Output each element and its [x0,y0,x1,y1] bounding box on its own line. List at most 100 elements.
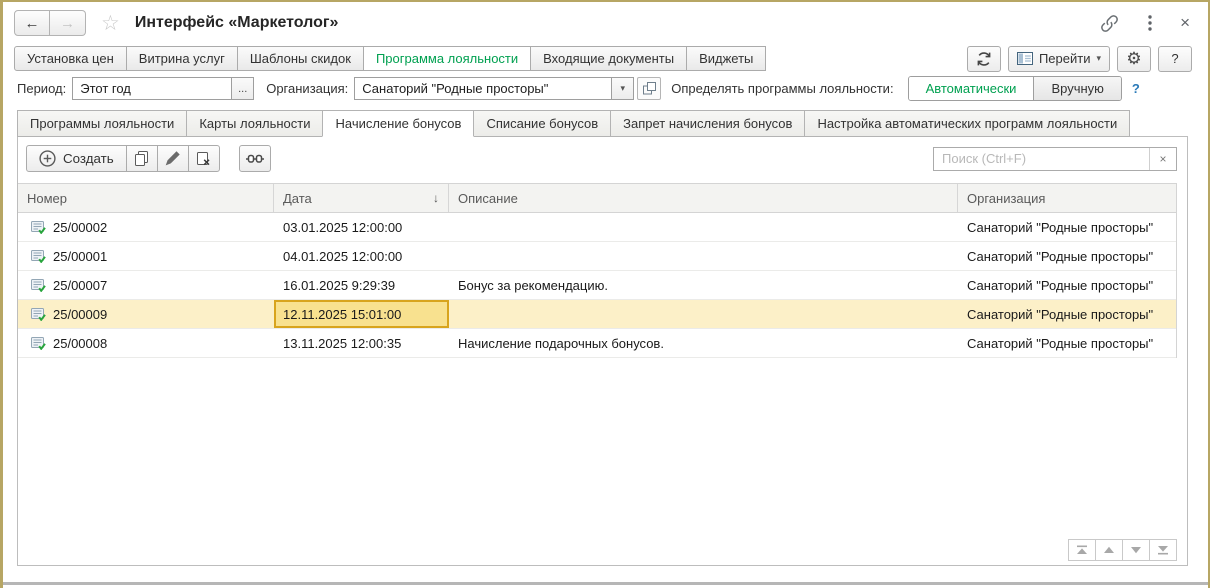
column-header-date[interactable]: Дата ↓ [274,184,449,212]
table-header: Номер Дата ↓ Описание Организация [18,183,1176,213]
period-input[interactable] [72,77,232,100]
loyalty-mode-label: Определять программы лояльности: [671,81,893,96]
go-last-button[interactable] [1149,539,1177,561]
history-forward-button[interactable]: → [50,10,86,36]
gear-icon: ⚙ [1126,50,1141,67]
cell-description [449,242,958,270]
column-label: Номер [27,191,67,206]
main-tab[interactable]: Шаблоны скидок [237,46,364,71]
cell-organization: Санаторий "Родные просторы" [958,242,1176,270]
chevron-down-icon: ▾ [1096,53,1101,64]
cell-description: Бонус за рекомендацию. [449,271,958,299]
documents-table: Номер Дата ↓ Описание Организация [18,183,1177,358]
go-up-button[interactable] [1095,539,1123,561]
main-tab[interactable]: Входящие документы [530,46,687,71]
sub-tab-label: Начисление бонусов [335,116,461,131]
help-button[interactable]: ? [1158,46,1192,72]
main-tab[interactable]: Установка цен [14,46,127,71]
table-row[interactable]: 25/00002 03.01.2025 12:00:00 Санаторий "… [18,213,1176,242]
main-tab-label: Витрина услуг [139,51,225,66]
main-tab[interactable]: Виджеты [686,46,766,71]
organization-dropdown-button[interactable]: ▾ [612,77,634,100]
table-row[interactable]: 25/00007 16.01.2025 9:29:39 Бонус за рек… [18,271,1176,300]
loyalty-mode-option[interactable]: Автоматически [909,77,1034,100]
column-header-number[interactable]: Номер [18,184,274,212]
glasses-interval-icon [246,154,264,164]
organization-label: Организация: [266,81,348,96]
table-row[interactable]: 25/00001 04.01.2025 12:00:00 Санаторий "… [18,242,1176,271]
loyalty-mode-option[interactable]: Вручную [1033,77,1120,100]
main-tab-label: Установка цен [27,51,114,66]
create-button[interactable]: Создать [26,145,127,172]
cell-date: 04.01.2025 12:00:00 [274,242,449,270]
cell-description [449,213,958,241]
delete-button[interactable] [188,145,220,172]
pencil-icon [165,151,180,166]
organization-input[interactable] [354,77,612,100]
plus-circle-icon [39,150,56,167]
goto-button[interactable]: Перейти ▾ [1008,46,1110,72]
document-posted-icon [31,221,46,234]
delete-document-icon [196,152,211,166]
search-clear-button[interactable]: × [1149,148,1176,170]
sub-tab[interactable]: Начисление бонусов [322,110,474,137]
column-header-organization[interactable]: Организация [958,184,1176,212]
sub-tab[interactable]: Карты лояльности [186,110,323,137]
period-more-button[interactable]: ... [232,77,254,100]
document-posted-icon [31,308,46,321]
column-header-description[interactable]: Описание [449,184,958,212]
settings-button[interactable]: ⚙ [1117,46,1151,72]
list-toolbar: Создать [18,137,1187,178]
loyalty-mode-toggle: Автоматически Вручную [908,76,1122,101]
history-back-button[interactable]: ← [14,10,50,36]
table-body: 25/00002 03.01.2025 12:00:00 Санаторий "… [18,213,1176,358]
sub-tab[interactable]: Программы лояльности [17,110,187,137]
more-menu-icon[interactable] [1148,15,1152,31]
bonus-list-panel: Создать [17,136,1188,566]
close-icon[interactable]: × [1180,13,1190,33]
document-date: 13.11.2025 12:00:35 [283,336,401,351]
go-down-button[interactable] [1122,539,1150,561]
report-panel-icon [1017,52,1033,65]
loyalty-mode-option-label: Автоматически [926,81,1017,96]
column-label: Организация [967,191,1045,206]
copy-button[interactable] [126,145,158,172]
help-label: ? [1171,51,1178,66]
sub-tab[interactable]: Списание бонусов [473,110,611,137]
copy-icon [134,151,149,166]
go-top-icon [1076,545,1088,555]
edit-button[interactable] [157,145,189,172]
refresh-button[interactable] [967,46,1001,72]
sub-tab-label: Запрет начисления бонусов [623,116,792,131]
main-tab[interactable]: Программа лояльности [363,46,531,71]
cell-date: 13.11.2025 12:00:35 [274,329,449,357]
chevron-down-icon: ▾ [620,83,625,94]
main-tabs-row: Установка цен Витрина услуг Шаблоны скид… [3,44,1208,73]
search-input[interactable] [934,148,1149,170]
document-number: 25/00008 [53,336,107,351]
cell-date: 03.01.2025 12:00:00 [274,213,449,241]
set-interval-button[interactable] [239,145,271,172]
sub-tab[interactable]: Запрет начисления бонусов [610,110,805,137]
link-icon[interactable] [1099,14,1120,33]
app-window: ← → ☆ Интерфейс «Маркетолог» × Установка… [0,0,1210,588]
favorite-star-icon[interactable]: ☆ [101,13,120,34]
go-first-button[interactable] [1068,539,1096,561]
cell-description: Начисление подарочных бонусов. [449,329,958,357]
document-posted-icon [31,250,46,263]
create-label: Создать [63,151,114,166]
document-posted-icon [31,337,46,350]
loyalty-mode-help-link[interactable]: ? [1132,81,1140,96]
page-title: Интерфейс «Маркетолог» [135,14,339,32]
cell-number: 25/00001 [18,242,274,270]
main-tab[interactable]: Витрина услуг [126,46,238,71]
period-label: Период: [17,81,66,96]
table-row[interactable]: 25/00008 13.11.2025 12:00:35 Начисление … [18,329,1176,358]
cell-number: 25/00009 [18,300,274,328]
organization-open-button[interactable] [637,77,661,100]
sub-tab[interactable]: Настройка автоматических программ лояльн… [804,110,1130,137]
main-tab-label: Шаблоны скидок [250,51,351,66]
titlebar-icons: × [1099,13,1190,33]
document-date: 03.01.2025 12:00:00 [283,220,402,235]
table-row[interactable]: 25/00009 12.11.2025 15:01:00 Санаторий "… [18,300,1176,329]
